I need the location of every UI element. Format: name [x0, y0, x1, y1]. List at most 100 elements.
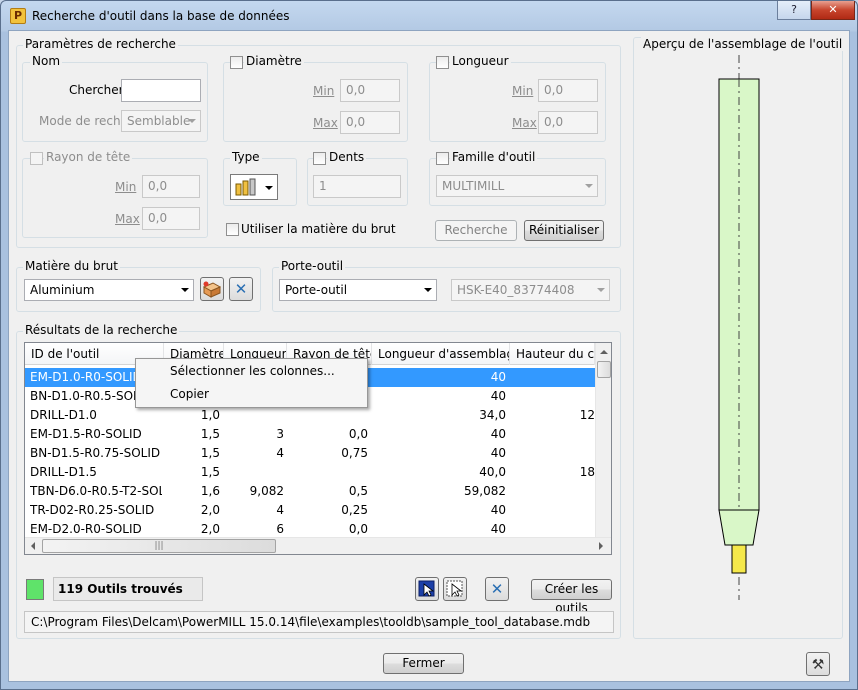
chevron-down-icon — [181, 288, 189, 292]
diameter-label: Diamètre — [244, 54, 304, 68]
search-params-label: Paramètres de recherche — [23, 37, 178, 51]
scroll-right-icon[interactable] — [599, 542, 603, 550]
table-cell — [287, 463, 368, 482]
vertical-scrollbar[interactable] — [595, 343, 611, 545]
search-label: Chercher — [69, 83, 124, 97]
holder-name-select[interactable]: HSK-E40_83774408 — [451, 279, 610, 301]
search-mode-label: Mode de rech. — [39, 114, 125, 128]
family-select[interactable]: MULTIMILL — [436, 175, 598, 197]
table-cell: 1,6 — [200, 484, 220, 498]
reset-button[interactable]: Réinitialiser — [524, 220, 604, 241]
table-row[interactable]: DRILL-D1.5 1,5 40,0 18 — [25, 463, 595, 482]
horizontal-scrollbar[interactable]: ||| — [25, 537, 611, 554]
table-cell: 40 — [490, 389, 506, 403]
table-row[interactable]: BN-D1.5-R0.75-SOLID 1,5 4 0,75 40 — [25, 444, 595, 463]
table-cell: 1,0 — [200, 408, 220, 422]
tools-icon: ⚒ — [811, 657, 825, 673]
table-row[interactable]: TR-D02-R0.25-SOLID 2,0 4 0,25 40 — [25, 501, 595, 520]
select-all-button[interactable] — [415, 577, 439, 601]
length-checkbox[interactable] — [436, 56, 449, 69]
context-menu: Sélectionner les colonnes... Copier — [135, 358, 368, 408]
use-stock-checkbox[interactable] — [226, 223, 239, 236]
table-cell — [510, 501, 595, 520]
table-cell: 0,0 — [348, 427, 368, 441]
wrench-icon: ✕ — [490, 580, 504, 598]
database-path: C:\Program Files\Delcam\PowerMILL 15.0.1… — [24, 611, 614, 633]
close-button[interactable]: Fermer — [383, 653, 464, 674]
preview-label: Aperçu de l'assemblage de l'outil — [641, 37, 845, 51]
stock-material-label: Matière du brut — [23, 259, 120, 273]
length-min-input[interactable]: 0,0 — [538, 79, 598, 102]
holder-select[interactable]: Porte-outil — [279, 279, 437, 301]
close-window-button[interactable]: ✕ — [811, 1, 855, 20]
teeth-checkbox[interactable] — [313, 152, 326, 165]
table-cell: 1,5 — [200, 446, 220, 460]
tip-radius-min-label: Min — [115, 180, 137, 194]
tip-radius-checkbox[interactable] — [30, 152, 43, 165]
table-cell: 0,75 — [341, 446, 368, 460]
table-row[interactable]: DRILL-D1.0 1,0 34,0 12 — [25, 406, 595, 425]
table-cell: 40 — [490, 503, 506, 517]
create-tools-button[interactable]: Créer les outils — [531, 579, 612, 615]
length-max-label: Max — [512, 116, 537, 130]
table-cell: 34,0 — [479, 408, 506, 422]
tool-db-button[interactable]: ⚒ — [806, 652, 830, 676]
help-button[interactable]: ? — [777, 1, 811, 20]
stock-material-value: Aluminium — [30, 283, 95, 297]
search-mode-select[interactable]: Semblable — [121, 110, 201, 132]
search-input[interactable] — [121, 79, 201, 102]
table-cell: 1,5 — [200, 465, 220, 479]
family-label: Famille d'outil — [450, 150, 538, 164]
column-header[interactable]: Longueur d'assemblage — [372, 343, 510, 365]
status-indicator — [26, 579, 44, 600]
diameter-min-label: Min — [313, 84, 335, 98]
chevron-down-icon — [424, 288, 432, 292]
table-cell: 1,5 — [200, 427, 220, 441]
teeth-input[interactable]: 1 — [313, 175, 401, 198]
column-header[interactable]: Hauteur du cô — [510, 343, 595, 365]
scroll-up-icon[interactable] — [600, 350, 608, 354]
tip-radius-label: Rayon de tête — [44, 150, 133, 164]
table-cell: 0,25 — [341, 503, 368, 517]
tip-radius-max-label: Max — [115, 212, 140, 226]
table-cell — [510, 387, 595, 406]
window-title: Recherche d'outil dans la base de donnée… — [32, 9, 290, 23]
diameter-max-input[interactable]: 0,0 — [340, 111, 400, 134]
stock-material-select[interactable]: Aluminium — [24, 279, 194, 301]
table-cell — [224, 406, 284, 425]
table-cell: DRILL-D1.5 — [30, 465, 97, 479]
search-button[interactable]: Recherche — [435, 220, 517, 241]
menu-item-copy[interactable]: Copier — [170, 387, 209, 401]
table-cell: 0,5 — [348, 484, 368, 498]
table-cell: 9,082 — [249, 484, 284, 498]
table-row[interactable]: EM-D1.5-R0-SOLID 1,5 3 0,0 40 — [25, 425, 595, 444]
tool-settings-button[interactable]: ✕ — [485, 577, 509, 601]
holder-name-value: HSK-E40_83774408 — [457, 283, 575, 297]
select-none-button[interactable] — [443, 577, 467, 601]
tip-radius-min-input[interactable]: 0,0 — [142, 175, 200, 198]
diameter-min-input[interactable]: 0,0 — [340, 79, 400, 102]
table-cell: 3 — [276, 427, 284, 441]
chevron-down-icon — [585, 184, 593, 188]
menu-item-select-columns[interactable]: Sélectionner les colonnes... — [170, 364, 335, 378]
tool-assembly-preview — [718, 55, 760, 600]
stock-box-icon — [202, 281, 222, 298]
vertical-scroll-thumb[interactable] — [597, 361, 611, 378]
horizontal-scroll-thumb[interactable]: ||| — [42, 539, 276, 553]
length-label: Longueur — [450, 54, 511, 68]
table-cell: BN-D1.5-R0.75-SOLID — [30, 446, 161, 460]
tool-type-select[interactable] — [230, 174, 278, 200]
material-tools-button[interactable]: ✕ — [229, 277, 253, 301]
table-cell: 12 — [579, 408, 595, 422]
select-all-icon — [418, 580, 435, 597]
table-cell: 4 — [276, 446, 284, 460]
table-row[interactable]: TBN-D6.0-R0.5-T2-SOL... 1,6 9,082 0,5 59,082 — [25, 482, 595, 501]
material-box-button[interactable] — [200, 277, 224, 301]
table-cell: 59,082 — [464, 484, 506, 498]
length-max-input[interactable]: 0,0 — [538, 111, 598, 134]
tip-radius-max-input[interactable]: 0,0 — [142, 207, 200, 230]
family-checkbox[interactable] — [436, 152, 449, 165]
scroll-left-icon[interactable] — [31, 542, 35, 550]
diameter-checkbox[interactable] — [230, 56, 243, 69]
holder-value: Porte-outil — [285, 283, 348, 297]
